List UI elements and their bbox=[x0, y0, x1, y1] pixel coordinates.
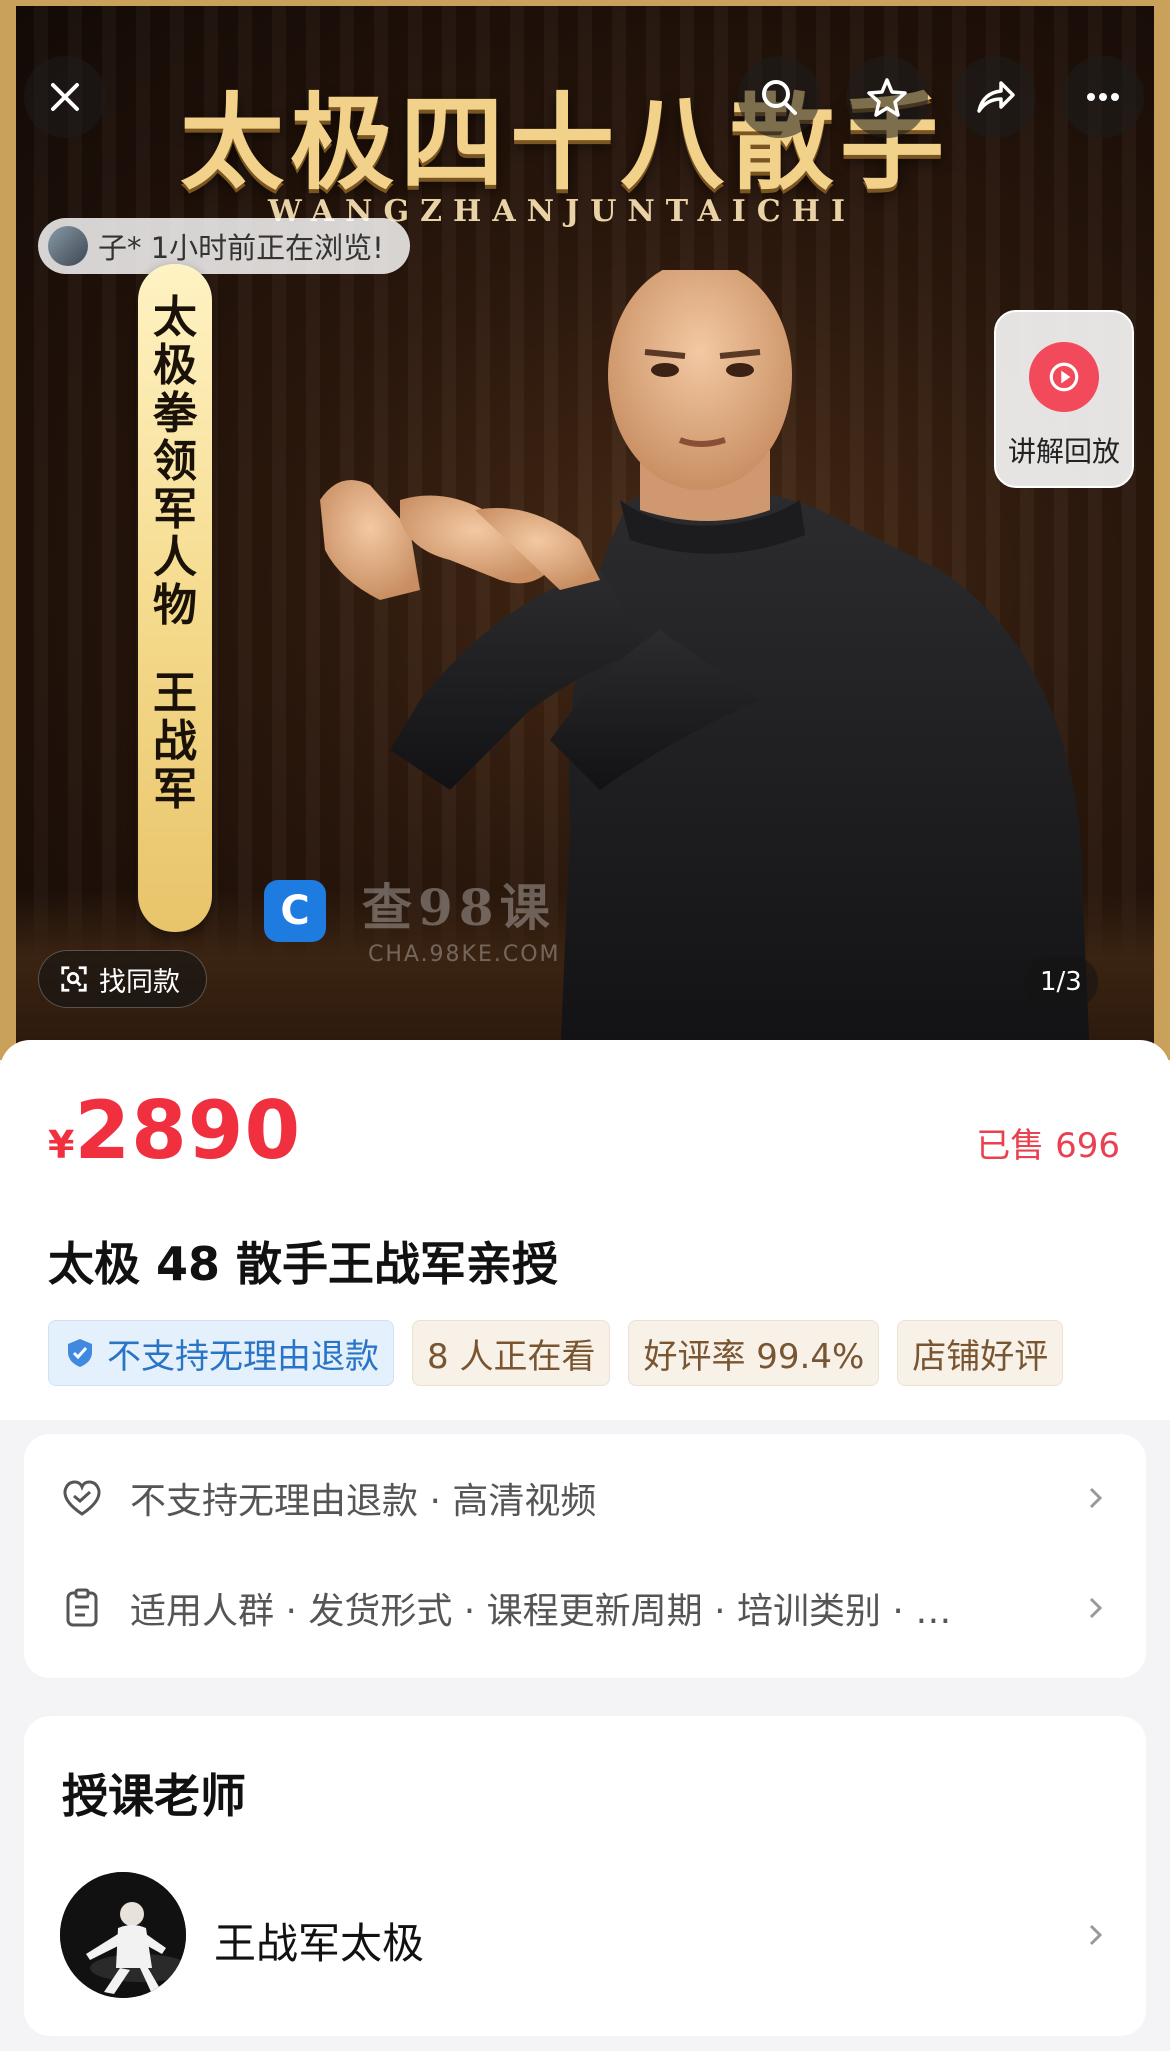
chevron-right-icon[interactable] bbox=[1080, 1920, 1110, 1950]
banner-char: 物 bbox=[153, 580, 197, 631]
price: ¥2890 bbox=[48, 1084, 301, 1177]
banner-char: 军 bbox=[153, 764, 197, 815]
params-row[interactable]: 适用人群 · 发货形式 · 课程更新周期 · 培训类别 · … bbox=[60, 1572, 1110, 1644]
chevron-right-icon bbox=[1089, 1487, 1103, 1509]
replay-label: 讲解回放 bbox=[1007, 435, 1120, 468]
image-page-counter: 1/3 bbox=[1024, 956, 1098, 1008]
refund-policy-tag[interactable]: 不支持无理由退款 bbox=[48, 1320, 394, 1386]
banner-char: 人 bbox=[153, 532, 197, 583]
search-icon bbox=[762, 80, 797, 115]
teacher-photo bbox=[60, 1872, 186, 1998]
banner-char: 拳 bbox=[153, 388, 197, 439]
share-icon bbox=[977, 81, 1015, 113]
tag-label: 店铺好评 bbox=[912, 1336, 1049, 1377]
recent-browsing-pill: 子* 1小时前正在浏览! bbox=[38, 218, 410, 274]
sold-count: 已售 696 bbox=[976, 1126, 1120, 1166]
close-icon bbox=[51, 83, 79, 111]
teacher-heading: 授课老师 bbox=[62, 1769, 246, 1823]
currency-symbol: ¥ bbox=[48, 1123, 75, 1167]
close-button[interactable] bbox=[24, 56, 106, 138]
tag-label: 不支持无理由退款 bbox=[107, 1336, 379, 1377]
scan-icon bbox=[61, 966, 87, 992]
teacher-card: 授课老师 王战军太极 bbox=[24, 1716, 1146, 2036]
find-similar-button[interactable]: 找同款 bbox=[38, 950, 207, 1008]
params-text: 适用人群 · 发货形式 · 课程更新周期 · 培训类别 · … bbox=[130, 1591, 952, 1632]
product-title: 太极 48 散手王战军亲授 bbox=[48, 1237, 559, 1291]
service-row[interactable]: 不支持无理由退款 · 高清视频 bbox=[60, 1462, 1110, 1534]
teacher-avatar[interactable] bbox=[60, 1872, 186, 1998]
explain-replay-button[interactable]: 讲解回放 bbox=[994, 310, 1134, 488]
more-button[interactable] bbox=[1062, 56, 1144, 138]
tag-label: 好评率 99.4% bbox=[643, 1336, 865, 1377]
product-summary-card: ¥2890 已售 696 太极 48 散手王战军亲授 不支持无理由退款 8 人正… bbox=[0, 1040, 1170, 1420]
service-info-card: 不支持无理由退款 · 高清视频 适用人群 · 发货形式 · 课程更新周期 · 培… bbox=[24, 1434, 1146, 1678]
banner-char: 极 bbox=[153, 340, 197, 391]
viewer-avatar bbox=[48, 226, 88, 266]
banner-char: 王 bbox=[153, 668, 197, 719]
service-text: 不支持无理由退款 · 高清视频 bbox=[130, 1481, 597, 1522]
vertical-title-banner: 太 极 拳 领 军 人 物 王 战 军 bbox=[138, 264, 212, 932]
product-image-carousel[interactable]: 太极四十八散手 WANGZHANJUNTAICHI 子* 1小时前正在浏览! 太… bbox=[0, 0, 1170, 1060]
clipboard-icon bbox=[66, 1588, 98, 1627]
star-icon bbox=[867, 78, 907, 117]
banner-char: 战 bbox=[153, 716, 197, 767]
tag-label: 8 人正在看 bbox=[427, 1336, 596, 1377]
browsing-text: 子* 1小时前正在浏览! bbox=[98, 231, 384, 265]
replay-icon bbox=[1029, 342, 1099, 412]
watermark-logo: C bbox=[264, 880, 326, 942]
search-button[interactable] bbox=[738, 56, 820, 138]
banner-char: 军 bbox=[153, 484, 197, 535]
share-button[interactable] bbox=[954, 56, 1036, 138]
rating-tag[interactable]: 好评率 99.4% bbox=[628, 1320, 880, 1386]
tag-row[interactable]: 不支持无理由退款 8 人正在看 好评率 99.4% 店铺好评 bbox=[48, 1320, 1120, 1386]
viewers-tag[interactable]: 8 人正在看 bbox=[412, 1320, 611, 1386]
poster-title: 太极四十八散手 bbox=[180, 81, 951, 204]
find-similar-label: 找同款 bbox=[99, 966, 180, 998]
more-dots-icon bbox=[1087, 93, 1119, 101]
watermark-url: CHA.98KE.COM bbox=[368, 942, 561, 967]
teacher-name[interactable]: 王战军太极 bbox=[214, 1910, 424, 1971]
chevron-right-icon bbox=[1089, 1597, 1103, 1619]
heart-guarantee-icon bbox=[63, 1480, 101, 1516]
favorite-button[interactable] bbox=[846, 56, 928, 138]
banner-char: 领 bbox=[153, 436, 197, 487]
shield-check-icon bbox=[68, 1339, 92, 1367]
shop-rating-tag[interactable]: 店铺好评 bbox=[897, 1320, 1064, 1386]
watermark-text: 查98课 bbox=[362, 878, 556, 937]
banner-char: 太 bbox=[153, 292, 197, 343]
price-amount: 2890 bbox=[74, 1084, 302, 1177]
